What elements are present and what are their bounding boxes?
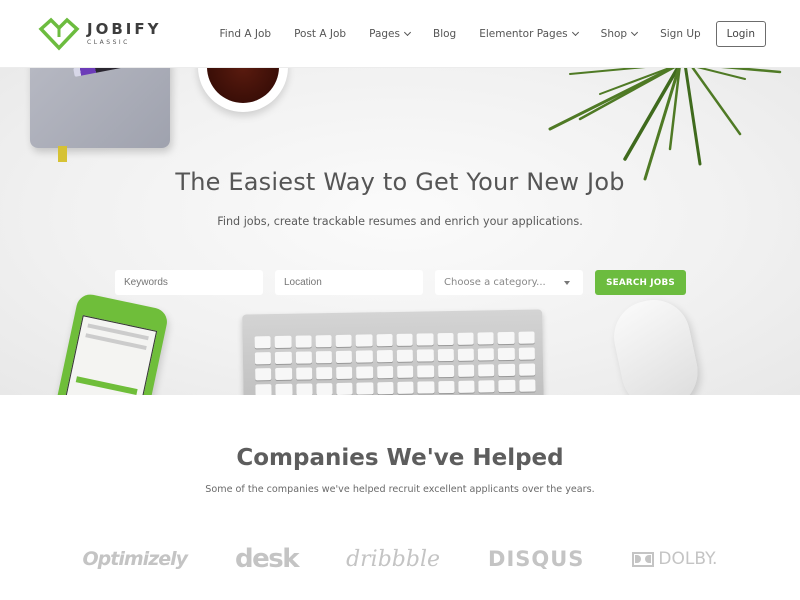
company-logo-disqus: DISQUS [488,547,585,571]
login-button[interactable]: Login [715,21,766,47]
hero-section: The Easiest Way to Get Your New Job Find… [0,68,800,395]
brand-tagline: CLASSIC [87,38,130,46]
dolby-mark-icon [632,551,655,567]
nav-elementor-pages[interactable]: Elementor Pages [479,28,579,40]
company-logo-dolby-text: DOLBY. [658,549,718,569]
company-logo-dolby: DOLBY. [632,549,717,569]
logo[interactable]: JOBIFY CLASSIC [37,17,161,51]
mouse-image [607,293,705,395]
search-jobs-button[interactable]: SEARCH JOBS [595,270,686,295]
nav-label: Elementor Pages [479,28,568,40]
heart-logo-icon [38,17,80,51]
main-nav: Find A Job Post A Job Pages Blog Element… [220,21,766,47]
caret-down-icon [564,280,570,285]
category-select-value: Choose a category... [444,277,546,288]
phone-image [50,291,170,395]
coffee-cup-image [198,68,288,112]
chevron-down-icon [571,28,579,37]
company-logo-dribbble: dribbble [346,546,441,572]
category-select[interactable]: Choose a category... [435,270,583,295]
nav-find-a-job[interactable]: Find A Job [220,28,272,40]
nav-label: Sign Up [660,28,701,40]
company-logo-desk: desk [235,544,300,574]
brand-name: JOBIFY [87,19,162,38]
companies-title: Companies We've Helped [236,445,564,471]
location-input[interactable] [275,270,423,295]
hero-title: The Easiest Way to Get Your New Job [175,168,625,196]
nav-label: Shop [600,28,628,40]
nav-sign-up[interactable]: Sign Up [660,28,701,40]
site-header: JOBIFY CLASSIC Find A Job Post A Job Pag… [0,0,800,68]
hero-subtitle: Find jobs, create trackable resumes and … [217,215,583,228]
chevron-down-icon [631,28,639,37]
chevron-down-icon [403,28,412,37]
pen-image [73,68,181,77]
company-logo-optimizely: Optimizely [82,548,189,570]
notebook-image [30,68,181,148]
nav-blog[interactable]: Blog [433,28,456,40]
bookmark-ribbon [58,146,67,162]
nav-pages[interactable]: Pages [369,28,412,40]
nav-post-a-job[interactable]: Post A Job [294,28,346,40]
companies-subtitle: Some of the companies we've helped recru… [205,484,595,495]
nav-label: Find A Job [219,28,272,40]
keywords-input[interactable] [115,270,263,295]
job-search-form: Choose a category... SEARCH JOBS [115,270,686,295]
nav-label: Pages [369,28,400,40]
keyboard-image [242,309,544,395]
nav-shop[interactable]: Shop [600,28,639,40]
nav-label: Post A Job [294,28,347,40]
company-logos: Optimizely desk dribbble DISQUS DOLBY. [0,544,800,574]
nav-label: Blog [432,28,457,40]
